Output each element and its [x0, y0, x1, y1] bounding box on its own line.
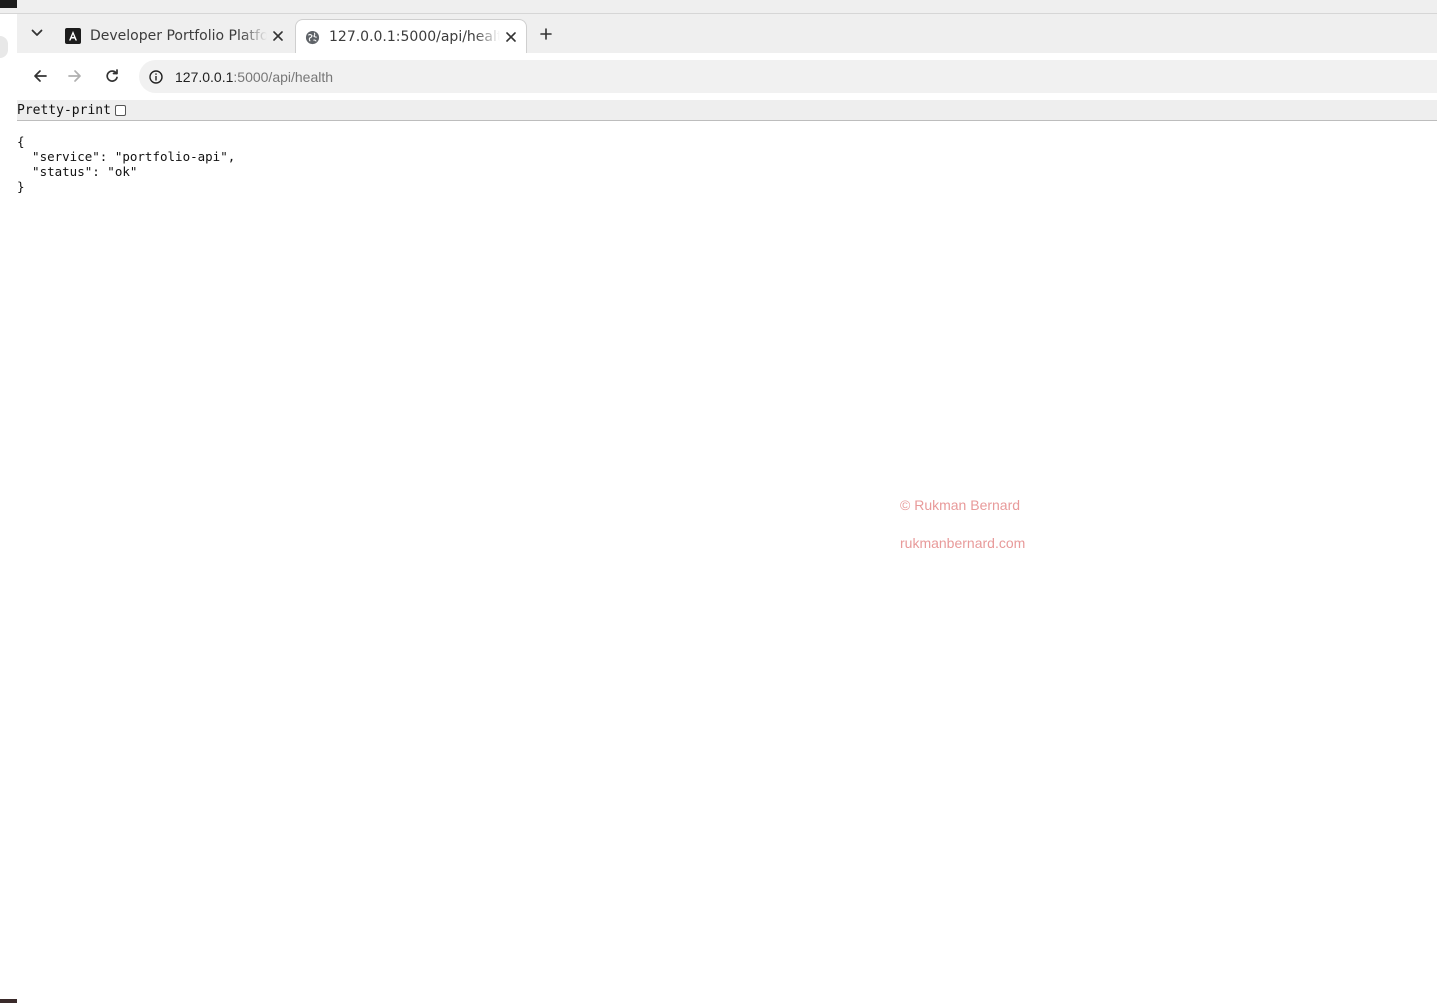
address-url: 127.0.0.1:5000/api/health [175, 69, 333, 85]
json-line: { [17, 134, 25, 149]
forward-button[interactable] [64, 65, 86, 87]
json-line: "status": "ok" [17, 164, 138, 179]
url-host: 127.0.0.1 [175, 68, 234, 85]
new-tab-button[interactable] [535, 23, 557, 45]
json-line: "service": "portfolio-api", [17, 149, 236, 164]
left-rail [0, 14, 17, 1003]
arrow-left-icon [34, 70, 47, 82]
tab-title: 127.0.0.1:5000/api/health [329, 29, 500, 45]
reload-button[interactable] [101, 65, 123, 87]
close-tab-icon[interactable] [500, 26, 522, 48]
pretty-print-bar: Pretty-print [17, 100, 1437, 121]
tab-list-button[interactable] [26, 22, 48, 44]
watermark-site: rukmanbernard.com [900, 535, 1026, 551]
bottom-corner [0, 999, 17, 1003]
tab-title: Developer Portfolio Platform [90, 28, 267, 44]
watermark-copyright: © Rukman Bernard [900, 497, 1021, 513]
angular-icon [65, 28, 81, 44]
json-response-body: { "service": "portfolio-api", "status": … [17, 134, 235, 194]
window-title-strip [0, 0, 1437, 14]
reload-icon [106, 69, 118, 82]
tab-developer-portfolio[interactable]: Developer Portfolio Platform [57, 19, 293, 53]
pretty-print-checkbox[interactable] [114, 104, 126, 116]
tab-api-health[interactable]: 127.0.0.1:5000/api/health [295, 19, 527, 54]
back-button[interactable] [29, 65, 51, 87]
address-bar[interactable]: 127.0.0.1:5000/api/health [139, 60, 1437, 93]
close-tab-icon[interactable] [267, 25, 289, 47]
browser-toolbar: 127.0.0.1:5000/api/health [17, 53, 1437, 100]
pretty-print-label: Pretty-print [17, 102, 111, 118]
window-corner [0, 0, 17, 8]
chevron-down-icon [31, 29, 43, 36]
url-path: :5000/api/health [233, 68, 334, 85]
site-info-icon[interactable] [148, 69, 164, 85]
left-rail-handle [0, 36, 8, 58]
tab-strip: Developer Portfolio Platform 127.0.0.1:5… [17, 14, 1437, 54]
arrow-right-icon [68, 70, 81, 82]
pretty-print-toggle[interactable]: Pretty-print [17, 103, 126, 118]
plus-icon [540, 28, 552, 40]
json-line: } [17, 179, 25, 194]
globe-icon [304, 29, 320, 45]
